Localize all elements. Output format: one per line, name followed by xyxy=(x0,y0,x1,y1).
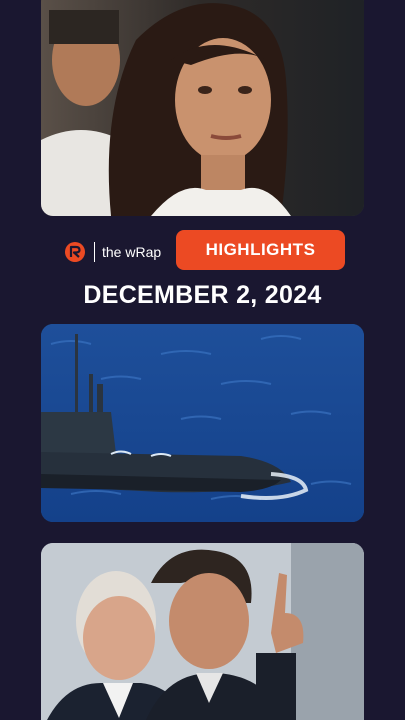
highlights-badge[interactable]: HIGHLIGHTS xyxy=(176,230,345,270)
submarine-image xyxy=(41,324,364,522)
bottom-news-photo[interactable] xyxy=(41,543,364,720)
brand-bar: the wRap xyxy=(64,232,161,272)
rappler-logo-icon xyxy=(65,242,85,262)
brand-divider xyxy=(94,242,95,262)
episode-date: DECEMBER 2, 2024 xyxy=(83,281,322,309)
woman-portrait-image xyxy=(41,0,364,216)
top-news-photo[interactable] xyxy=(41,0,364,216)
show-name: the wRap xyxy=(102,244,162,260)
middle-news-photo[interactable] xyxy=(41,324,364,522)
two-men-image xyxy=(41,543,364,720)
